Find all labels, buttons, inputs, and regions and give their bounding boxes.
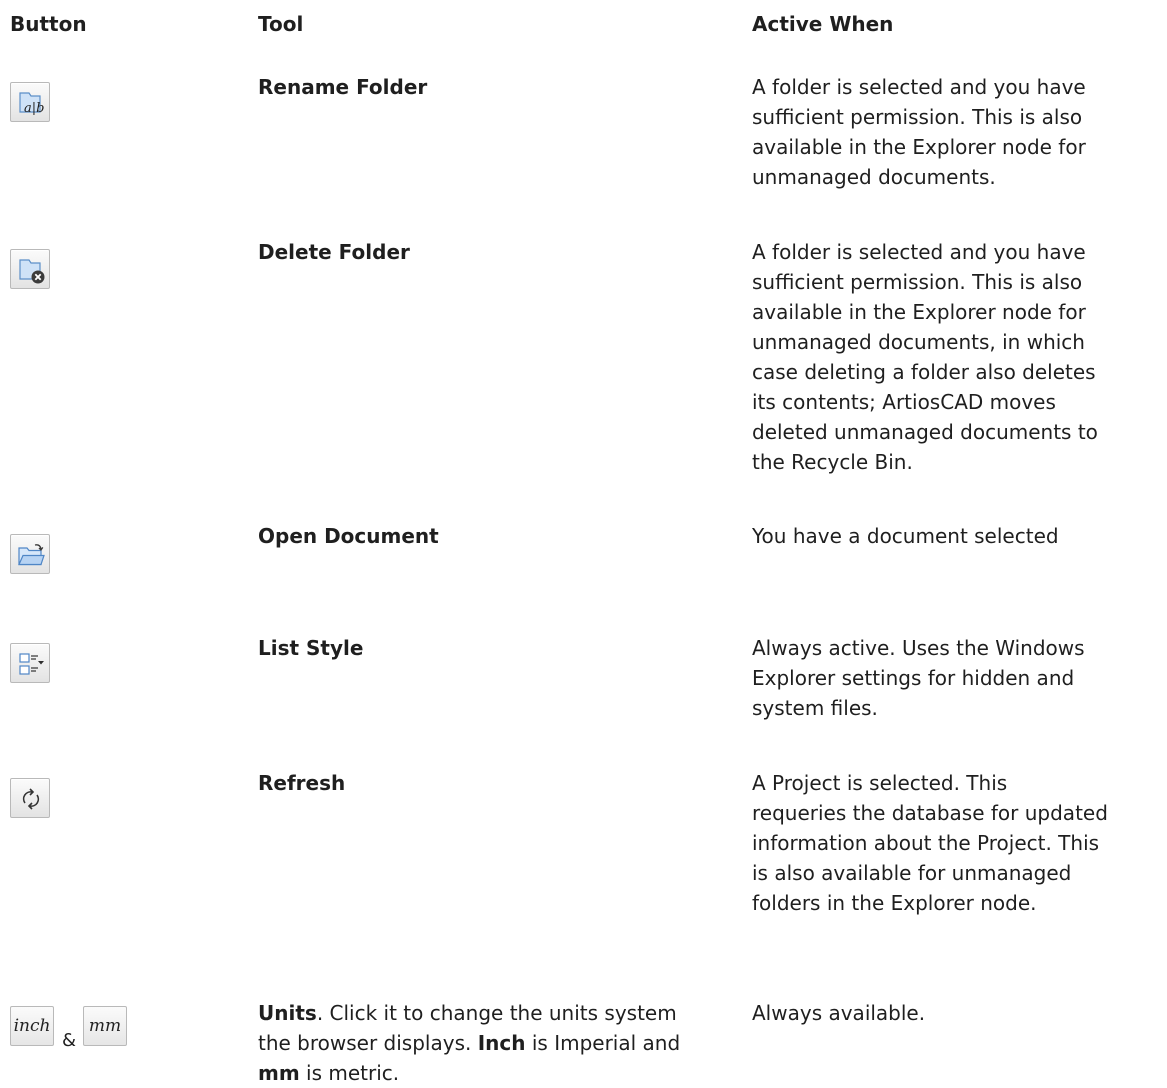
- inch-units-button[interactable]: inch: [10, 1006, 54, 1046]
- tool-name-units: Units: [258, 1001, 317, 1025]
- tool-name-list-style: List Style: [258, 636, 364, 660]
- units-tool-description: Units. Click it to change the units syst…: [258, 1001, 681, 1085]
- rename-folder-icon[interactable]: a|b: [10, 82, 50, 122]
- active-when-list-style: Always active. Uses the Windows Explorer…: [752, 636, 1085, 720]
- svg-text:a|b: a|b: [24, 101, 44, 116]
- column-header-tool: Tool: [258, 12, 304, 36]
- mm-units-button[interactable]: mm: [83, 1006, 128, 1046]
- units-buttons: inch&mm: [10, 1006, 128, 1056]
- tool-name-delete-folder: Delete Folder: [258, 240, 410, 264]
- delete-folder-icon[interactable]: [10, 249, 50, 289]
- open-document-icon[interactable]: [10, 534, 50, 574]
- tool-name-rename-folder: Rename Folder: [258, 75, 428, 99]
- active-when-rename-folder: A folder is selected and you have suffic…: [752, 75, 1086, 189]
- tool-name-refresh: Refresh: [258, 771, 346, 795]
- ampersand: &: [62, 1030, 77, 1051]
- refresh-icon[interactable]: [10, 778, 50, 818]
- active-when-delete-folder: A folder is selected and you have suffic…: [752, 240, 1098, 474]
- active-when-units: Always available.: [752, 1001, 926, 1025]
- active-when-refresh: A Project is selected. This requeries th…: [752, 771, 1108, 915]
- column-header-button: Button: [10, 12, 87, 36]
- tool-name-open-document: Open Document: [258, 524, 439, 548]
- list-style-icon[interactable]: [10, 643, 50, 683]
- column-header-active-when: Active When: [752, 12, 894, 36]
- active-when-open-document: You have a document selected: [752, 524, 1059, 548]
